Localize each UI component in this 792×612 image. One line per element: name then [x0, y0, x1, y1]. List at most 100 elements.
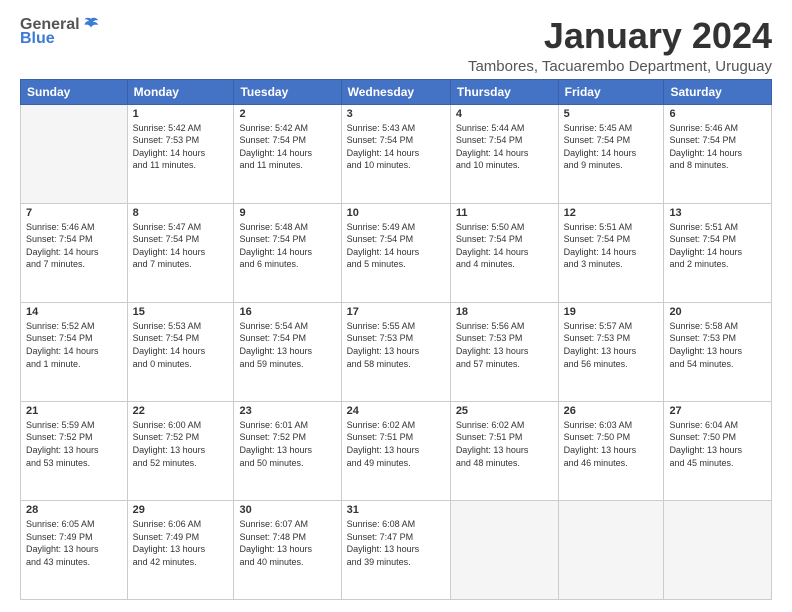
header-cell-friday: Friday — [558, 79, 664, 104]
day-cell: 5 Sunrise: 5:45 AM Sunset: 7:54 PM Daylig… — [558, 104, 664, 203]
header-cell-thursday: Thursday — [450, 79, 558, 104]
day-cell: 21Sunrise: 5:59 AM Sunset: 7:52 PM Dayli… — [21, 401, 128, 500]
day-info: Sunrise: 5:49 AM Sunset: 7:54 PM Dayligh… — [347, 221, 445, 271]
day-number: 25 — [456, 405, 553, 417]
day-cell: 24 Sunrise: 6:02 AM Sunset: 7:51 PM Dayli… — [341, 401, 450, 500]
day-cell: 31Sunrise: 6:08 AM Sunset: 7:47 PM Dayli… — [341, 500, 450, 599]
day-info: Sunrise: 5:48 AM Sunset: 7:54 PM Dayligh… — [239, 221, 335, 271]
day-info: Sunrise: 6:04 AM Sunset: 7:50 PM Dayligh… — [669, 419, 766, 469]
day-cell: 26 Sunrise: 6:03 AM Sunset: 7:50 PM Dayli… — [558, 401, 664, 500]
header-cell-monday: Monday — [127, 79, 234, 104]
day-cell: 2 Sunrise: 5:42 AM Sunset: 7:54 PM Daylig… — [234, 104, 341, 203]
day-number: 7 — [26, 207, 122, 219]
day-number: 28 — [26, 504, 122, 516]
logo-bird-icon — [82, 16, 100, 34]
title-section: January 2024 Tambores, Tacuarembo Depart… — [468, 16, 772, 75]
day-info: Sunrise: 6:03 AM Sunset: 7:50 PM Dayligh… — [564, 419, 659, 469]
day-number: 14 — [26, 306, 122, 318]
day-cell — [21, 104, 128, 203]
day-info: Sunrise: 5:55 AM Sunset: 7:53 PM Dayligh… — [347, 320, 445, 370]
day-cell: 11Sunrise: 5:50 AM Sunset: 7:54 PM Dayli… — [450, 203, 558, 302]
day-cell: 14 Sunrise: 5:52 AM Sunset: 7:54 PM Dayli… — [21, 302, 128, 401]
day-cell: 4 Sunrise: 5:44 AM Sunset: 7:54 PM Daylig… — [450, 104, 558, 203]
day-number: 3 — [347, 108, 445, 120]
day-number: 20 — [669, 306, 766, 318]
month-title: January 2024 — [468, 16, 772, 56]
day-number: 2 — [239, 108, 335, 120]
day-number: 23 — [239, 405, 335, 417]
day-info: Sunrise: 6:02 AM Sunset: 7:51 PM Dayligh… — [456, 419, 553, 469]
day-cell: 6 Sunrise: 5:46 AM Sunset: 7:54 PM Daylig… — [664, 104, 772, 203]
day-number: 26 — [564, 405, 659, 417]
day-cell: 8 Sunrise: 5:47 AM Sunset: 7:54 PM Daylig… — [127, 203, 234, 302]
day-cell: 15Sunrise: 5:53 AM Sunset: 7:54 PM Dayli… — [127, 302, 234, 401]
day-cell: 3 Sunrise: 5:43 AM Sunset: 7:54 PM Daylig… — [341, 104, 450, 203]
day-number: 9 — [239, 207, 335, 219]
day-cell — [558, 500, 664, 599]
day-cell — [664, 500, 772, 599]
day-number: 4 — [456, 108, 553, 120]
day-info: Sunrise: 5:53 AM Sunset: 7:54 PM Dayligh… — [133, 320, 229, 370]
day-number: 22 — [133, 405, 229, 417]
header: General Blue January 2024 Tambores, Tacu… — [20, 16, 772, 75]
day-info: Sunrise: 5:56 AM Sunset: 7:53 PM Dayligh… — [456, 320, 553, 370]
day-info: Sunrise: 5:45 AM Sunset: 7:54 PM Dayligh… — [564, 122, 659, 172]
day-cell: 25 Sunrise: 6:02 AM Sunset: 7:51 PM Dayli… — [450, 401, 558, 500]
day-info: Sunrise: 5:58 AM Sunset: 7:53 PM Dayligh… — [669, 320, 766, 370]
week-row-2: 14 Sunrise: 5:52 AM Sunset: 7:54 PM Dayli… — [21, 302, 772, 401]
day-info: Sunrise: 5:43 AM Sunset: 7:54 PM Dayligh… — [347, 122, 445, 172]
day-info: Sunrise: 6:02 AM Sunset: 7:51 PM Dayligh… — [347, 419, 445, 469]
day-cell: 16 Sunrise: 5:54 AM Sunset: 7:54 PM Dayli… — [234, 302, 341, 401]
day-cell: 9 Sunrise: 5:48 AM Sunset: 7:54 PM Daylig… — [234, 203, 341, 302]
day-number: 5 — [564, 108, 659, 120]
day-number: 8 — [133, 207, 229, 219]
day-number: 30 — [239, 504, 335, 516]
day-info: Sunrise: 5:52 AM Sunset: 7:54 PM Dayligh… — [26, 320, 122, 370]
day-number: 12 — [564, 207, 659, 219]
day-info: Sunrise: 6:01 AM Sunset: 7:52 PM Dayligh… — [239, 419, 335, 469]
day-cell: 22Sunrise: 6:00 AM Sunset: 7:52 PM Dayli… — [127, 401, 234, 500]
day-cell: 30 Sunrise: 6:07 AM Sunset: 7:48 PM Dayli… — [234, 500, 341, 599]
day-cell: 29 Sunrise: 6:06 AM Sunset: 7:49 PM Dayli… — [127, 500, 234, 599]
day-number: 10 — [347, 207, 445, 219]
day-cell: 13 Sunrise: 5:51 AM Sunset: 7:54 PM Dayli… — [664, 203, 772, 302]
week-row-1: 7Sunrise: 5:46 AM Sunset: 7:54 PM Daylig… — [21, 203, 772, 302]
day-info: Sunrise: 5:50 AM Sunset: 7:54 PM Dayligh… — [456, 221, 553, 271]
header-cell-wednesday: Wednesday — [341, 79, 450, 104]
day-number: 1 — [133, 108, 229, 120]
day-info: Sunrise: 5:54 AM Sunset: 7:54 PM Dayligh… — [239, 320, 335, 370]
week-row-4: 28Sunrise: 6:05 AM Sunset: 7:49 PM Dayli… — [21, 500, 772, 599]
day-cell: 27Sunrise: 6:04 AM Sunset: 7:50 PM Dayli… — [664, 401, 772, 500]
logo: General Blue — [20, 16, 100, 48]
day-cell: 19Sunrise: 5:57 AM Sunset: 7:53 PM Dayli… — [558, 302, 664, 401]
day-info: Sunrise: 5:57 AM Sunset: 7:53 PM Dayligh… — [564, 320, 659, 370]
day-cell: 18 Sunrise: 5:56 AM Sunset: 7:53 PM Dayli… — [450, 302, 558, 401]
day-number: 18 — [456, 306, 553, 318]
header-cell-saturday: Saturday — [664, 79, 772, 104]
week-row-3: 21Sunrise: 5:59 AM Sunset: 7:52 PM Dayli… — [21, 401, 772, 500]
day-info: Sunrise: 5:42 AM Sunset: 7:54 PM Dayligh… — [239, 122, 335, 172]
day-info: Sunrise: 5:42 AM Sunset: 7:53 PM Dayligh… — [133, 122, 229, 172]
day-info: Sunrise: 5:47 AM Sunset: 7:54 PM Dayligh… — [133, 221, 229, 271]
header-row: SundayMondayTuesdayWednesdayThursdayFrid… — [21, 79, 772, 104]
day-cell: 1 Sunrise: 5:42 AM Sunset: 7:53 PM Daylig… — [127, 104, 234, 203]
day-number: 29 — [133, 504, 229, 516]
day-number: 13 — [669, 207, 766, 219]
day-info: Sunrise: 6:07 AM Sunset: 7:48 PM Dayligh… — [239, 518, 335, 568]
day-cell: 23 Sunrise: 6:01 AM Sunset: 7:52 PM Dayli… — [234, 401, 341, 500]
day-cell — [450, 500, 558, 599]
day-info: Sunrise: 6:06 AM Sunset: 7:49 PM Dayligh… — [133, 518, 229, 568]
day-info: Sunrise: 5:59 AM Sunset: 7:52 PM Dayligh… — [26, 419, 122, 469]
day-cell: 10 Sunrise: 5:49 AM Sunset: 7:54 PM Dayli… — [341, 203, 450, 302]
day-number: 6 — [669, 108, 766, 120]
logo-blue-text: Blue — [20, 30, 55, 48]
day-number: 24 — [347, 405, 445, 417]
day-cell: 12Sunrise: 5:51 AM Sunset: 7:54 PM Dayli… — [558, 203, 664, 302]
day-info: Sunrise: 5:51 AM Sunset: 7:54 PM Dayligh… — [669, 221, 766, 271]
day-info: Sunrise: 5:44 AM Sunset: 7:54 PM Dayligh… — [456, 122, 553, 172]
day-number: 16 — [239, 306, 335, 318]
week-row-0: 1 Sunrise: 5:42 AM Sunset: 7:53 PM Daylig… — [21, 104, 772, 203]
day-number: 17 — [347, 306, 445, 318]
day-info: Sunrise: 5:46 AM Sunset: 7:54 PM Dayligh… — [669, 122, 766, 172]
day-cell: 20 Sunrise: 5:58 AM Sunset: 7:53 PM Dayli… — [664, 302, 772, 401]
